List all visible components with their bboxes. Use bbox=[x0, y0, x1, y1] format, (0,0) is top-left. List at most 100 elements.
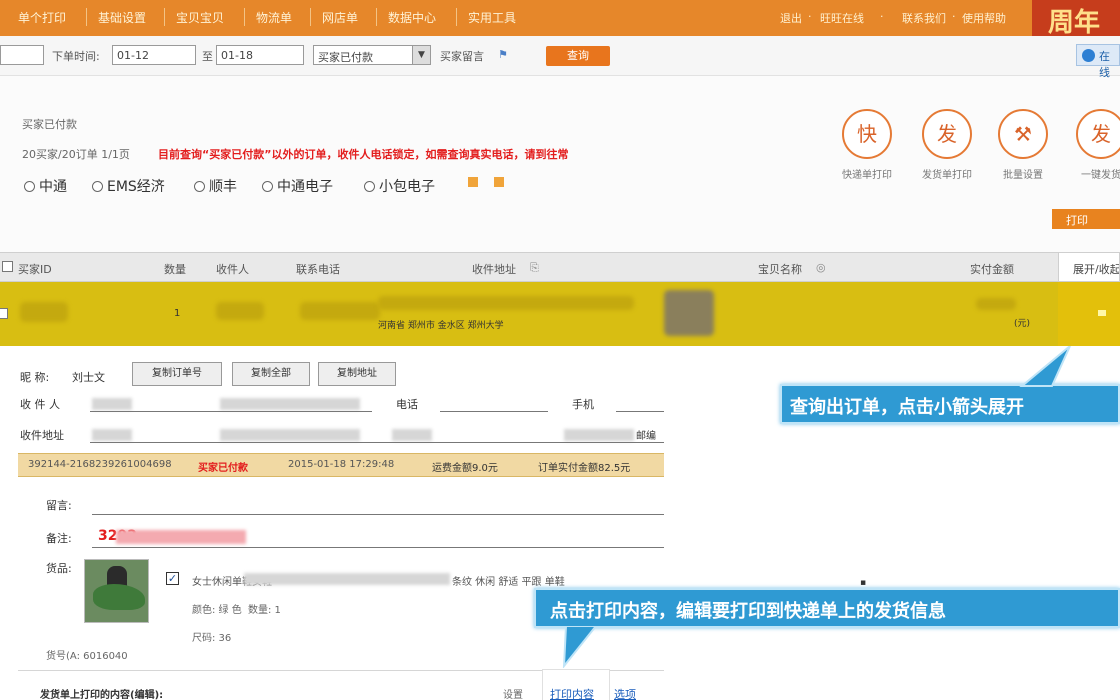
nav-basic-settings[interactable]: 基础设置 bbox=[98, 9, 146, 26]
help-icon[interactable]: ◎ bbox=[816, 261, 826, 274]
nav-wangwang[interactable]: 旺旺在线 bbox=[820, 10, 864, 26]
nav-separator bbox=[244, 8, 245, 26]
flag-icon[interactable]: ⚑ bbox=[498, 48, 508, 61]
goods-name-blurred bbox=[244, 573, 450, 585]
copy-address-button[interactable]: 复制地址 bbox=[318, 362, 396, 386]
nav-waybill[interactable]: 物流单 bbox=[256, 9, 292, 26]
status-select-value: 买家已付款 bbox=[318, 51, 373, 64]
goods-thumbnail[interactable] bbox=[84, 559, 149, 623]
select-all-checkbox[interactable] bbox=[2, 261, 13, 272]
options-link[interactable]: 选项 bbox=[614, 686, 636, 700]
ship-icon[interactable]: 发 bbox=[1076, 109, 1120, 159]
order-number: 392144-2168239261004698 bbox=[28, 459, 172, 470]
courier-radio-sf[interactable]: 顺丰 bbox=[194, 176, 237, 196]
radio-icon bbox=[262, 181, 273, 192]
qq-icon bbox=[1082, 49, 1095, 62]
note-label: 备注: bbox=[46, 530, 72, 546]
expand-toggle[interactable] bbox=[1058, 282, 1120, 346]
col-amount[interactable]: 实付金额 bbox=[970, 261, 1014, 277]
col-buyer-id[interactable]: 买家ID bbox=[18, 261, 52, 277]
nav-separator bbox=[376, 8, 377, 26]
col-address[interactable]: 收件地址 bbox=[472, 261, 516, 277]
edit-icon[interactable] bbox=[468, 177, 478, 187]
keyword-input[interactable] bbox=[0, 45, 44, 65]
copy-icon[interactable]: ⎘ bbox=[530, 261, 539, 275]
nav-tools[interactable]: 实用工具 bbox=[468, 9, 516, 26]
order-status: 买家已付款 bbox=[198, 459, 248, 474]
courier-radio-small-packet[interactable]: 小包电子 bbox=[364, 176, 435, 196]
radio-icon bbox=[24, 181, 35, 192]
phone-field[interactable] bbox=[440, 411, 548, 412]
buyer-id-blurred bbox=[20, 302, 68, 322]
remark-field[interactable] bbox=[92, 514, 664, 515]
goods-code: 货号(A: 6016040 bbox=[46, 647, 128, 662]
order-time-label: 下单时间: bbox=[52, 48, 100, 64]
receiver-field[interactable] bbox=[90, 411, 372, 412]
address-blurred bbox=[220, 429, 360, 441]
col-phone[interactable]: 联系电话 bbox=[296, 261, 340, 277]
nick-value: 刘士文 bbox=[72, 369, 105, 385]
date-to-input[interactable]: 01-18 bbox=[216, 45, 304, 65]
col-expand[interactable]: 展开/收起 bbox=[1058, 252, 1120, 282]
nav-shop[interactable]: 网店单 bbox=[322, 9, 358, 26]
status-title: 买家已付款 bbox=[22, 116, 77, 132]
courier-radio-zto-electronic[interactable]: 中通电子 bbox=[262, 176, 333, 196]
nav-products[interactable]: 宝贝宝贝 bbox=[176, 9, 224, 26]
radio-icon bbox=[364, 181, 375, 192]
promo-banner[interactable]: 周年 bbox=[1032, 0, 1120, 36]
postage-amount: 运费金额9.0元 bbox=[432, 459, 498, 474]
address-blurred bbox=[392, 429, 432, 441]
query-button[interactable]: 查询 bbox=[546, 46, 610, 66]
qq-label: 在线 bbox=[1099, 50, 1110, 79]
goods-qty: 数量: 1 bbox=[248, 601, 281, 616]
table-row[interactable]: 1 河南省 郑州市 金水区 郑州大学 (元) bbox=[0, 282, 1120, 346]
receiver-blurred bbox=[92, 398, 132, 410]
courier-radio-zto[interactable]: 中通 bbox=[24, 176, 67, 196]
receiver-blurred bbox=[220, 398, 360, 410]
nav-data-center[interactable]: 数据中心 bbox=[388, 9, 436, 26]
settings-icon[interactable] bbox=[494, 177, 504, 187]
waybill-print-label[interactable]: 快递单打印 bbox=[827, 166, 907, 181]
zip-label: 邮编 bbox=[636, 427, 656, 442]
mobile-field[interactable] bbox=[616, 411, 664, 412]
nav-logout[interactable]: 退出 bbox=[780, 10, 802, 26]
col-receiver[interactable]: 收件人 bbox=[216, 261, 249, 277]
row-checkbox[interactable] bbox=[0, 308, 8, 319]
copy-all-button[interactable]: 复制全部 bbox=[232, 362, 310, 386]
invoice-print-icon[interactable]: 发 bbox=[922, 109, 972, 159]
copy-order-button[interactable]: 复制订单号 bbox=[132, 362, 222, 386]
print-content-link[interactable]: 打印内容 bbox=[550, 686, 594, 700]
callout-expand-tail bbox=[1008, 346, 1072, 388]
date-from-input[interactable]: 01-12 bbox=[112, 45, 196, 65]
nav-help[interactable]: 使用帮助 bbox=[962, 10, 1006, 26]
col-product[interactable]: 宝贝名称 bbox=[758, 261, 802, 277]
courier-radio-ems[interactable]: EMS经济 bbox=[92, 176, 165, 196]
note-blurred bbox=[116, 530, 246, 544]
order-total: 订单实付金额82.5元 bbox=[538, 459, 630, 474]
tools-icon[interactable]: ⚒ bbox=[998, 109, 1048, 159]
nav-dot: · bbox=[880, 10, 884, 23]
radio-icon bbox=[92, 181, 103, 192]
col-qty[interactable]: 数量 bbox=[164, 261, 186, 277]
status-select[interactable]: 买家已付款 ▼ bbox=[313, 45, 431, 65]
nav-single-print[interactable]: 单个打印 bbox=[18, 9, 66, 26]
note-field[interactable] bbox=[92, 547, 664, 548]
filter-bar: 下单时间: 01-12 至 01-18 买家已付款 ▼ 买家留言 ⚑ 查询 bbox=[0, 36, 1120, 76]
print-button[interactable]: 打印 bbox=[1052, 209, 1120, 229]
promo-text: 周年 bbox=[1048, 2, 1100, 39]
batch-settings-label[interactable]: 批量设置 bbox=[983, 166, 1063, 181]
waybill-print-icon[interactable]: 快 bbox=[842, 109, 892, 159]
address-field[interactable] bbox=[90, 442, 664, 443]
nav-dot: · bbox=[952, 10, 956, 23]
one-click-ship-label[interactable]: 一键发货 bbox=[1061, 166, 1120, 181]
goods-checkbox[interactable]: ✓ bbox=[166, 572, 179, 585]
arrow-up-icon bbox=[1098, 310, 1106, 316]
qq-online-button[interactable]: 在线 bbox=[1076, 44, 1120, 66]
courier-label: EMS经济 bbox=[107, 179, 165, 195]
goods-size: 尺码: 36 bbox=[192, 629, 231, 644]
top-nav: 单个打印 基础设置 宝贝宝贝 物流单 网店单 数据中心 实用工具 退出 · 旺旺… bbox=[0, 0, 1120, 36]
invoice-print-label[interactable]: 发货单打印 bbox=[907, 166, 987, 181]
callout-expand-text: 查询出订单，点击小箭头展开 bbox=[790, 397, 1024, 418]
nav-contact[interactable]: 联系我们 bbox=[902, 10, 946, 26]
date-to-value: 01-18 bbox=[221, 49, 253, 62]
